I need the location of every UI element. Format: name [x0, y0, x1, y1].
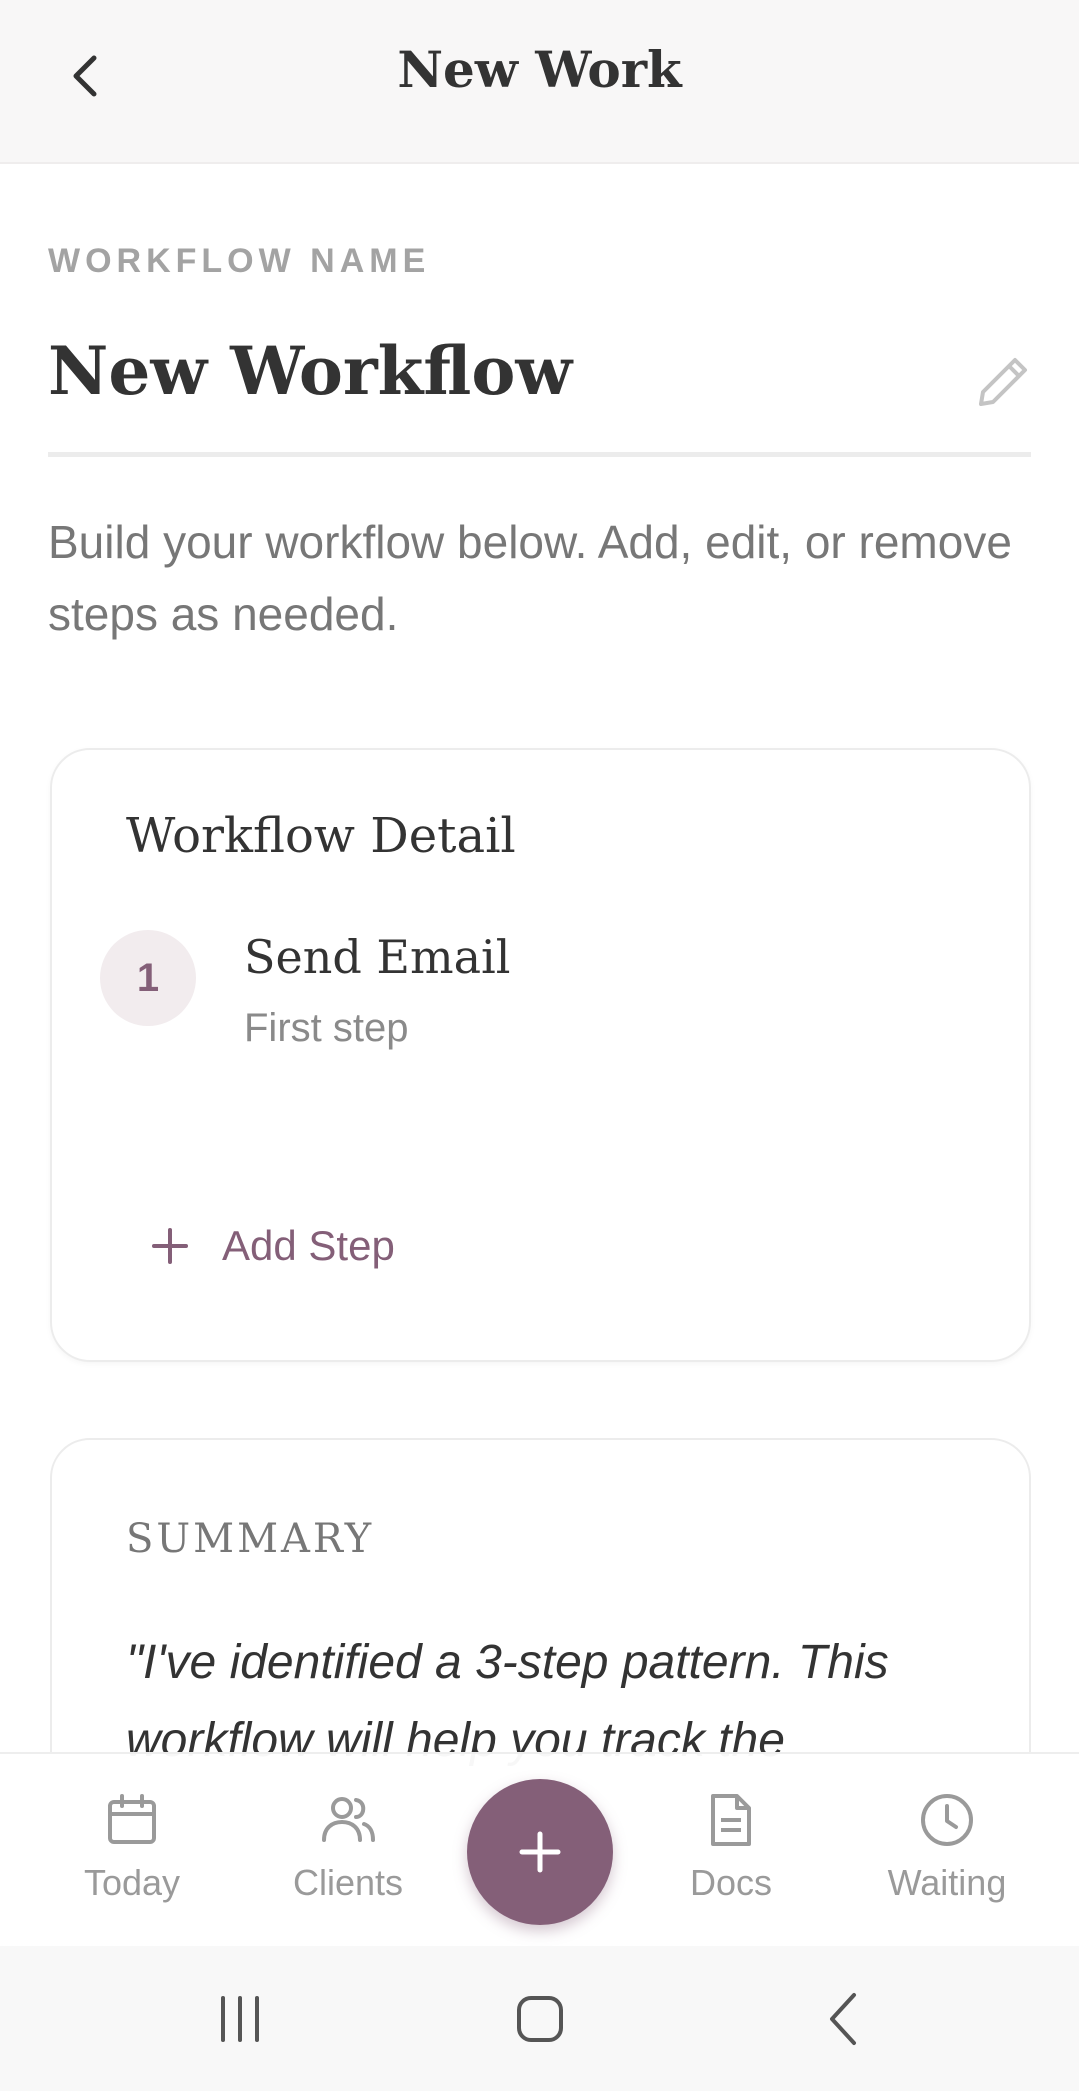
system-back-button[interactable] — [804, 1984, 884, 2054]
workflow-detail-card: Workflow Detail 1 Send Email First step … — [50, 748, 1031, 1362]
nav-item-today[interactable]: Today — [52, 1790, 212, 1920]
name-underline — [48, 452, 1031, 457]
home-icon — [517, 1996, 563, 2042]
step-subtitle: First step — [244, 1006, 409, 1050]
page-title: New Work — [397, 40, 682, 99]
summary-label: SUMMARY — [126, 1516, 375, 1562]
nav-label-today: Today — [83, 1862, 181, 1903]
workflow-description: Build your workflow below. Add, edit, or… — [48, 516, 1012, 640]
app-header: New Work — [0, 0, 1079, 164]
plus-icon — [152, 1228, 188, 1264]
nav-item-clients[interactable]: Clients — [268, 1790, 428, 1920]
recent-apps-icon — [221, 1996, 259, 2042]
card-title: Workflow Detail — [126, 808, 516, 864]
add-step-button[interactable]: Add Step — [150, 1216, 395, 1276]
users-icon — [322, 1797, 375, 1842]
nav-label-waiting: Waiting — [887, 1862, 1007, 1903]
add-step-label: Add Step — [222, 1222, 395, 1269]
step-title: Send Email — [244, 930, 511, 984]
document-icon — [711, 1794, 751, 1846]
home-button[interactable] — [500, 1984, 580, 2054]
workflow-name-field[interactable]: New Workflow — [48, 332, 572, 410]
plus-icon — [519, 1831, 561, 1873]
nav-label-clients: Clients — [292, 1862, 404, 1903]
calendar-icon — [108, 1794, 156, 1844]
nav-label-docs: Docs — [689, 1862, 773, 1903]
clock-icon — [921, 1794, 973, 1846]
add-button[interactable] — [467, 1779, 613, 1925]
system-navigation-bar — [0, 1946, 1079, 2091]
step-item[interactable]: 1 Send Email First step — [100, 930, 980, 1070]
chevron-left-icon — [830, 1993, 856, 2045]
pencil-icon[interactable] — [975, 354, 1031, 410]
nav-item-docs[interactable]: Docs — [651, 1790, 811, 1920]
recent-apps-button[interactable] — [200, 1984, 280, 2054]
step-number-badge: 1 — [100, 930, 196, 1026]
workflow-name-label: WORKFLOW NAME — [48, 242, 431, 280]
nav-item-waiting[interactable]: Waiting — [867, 1790, 1027, 1920]
